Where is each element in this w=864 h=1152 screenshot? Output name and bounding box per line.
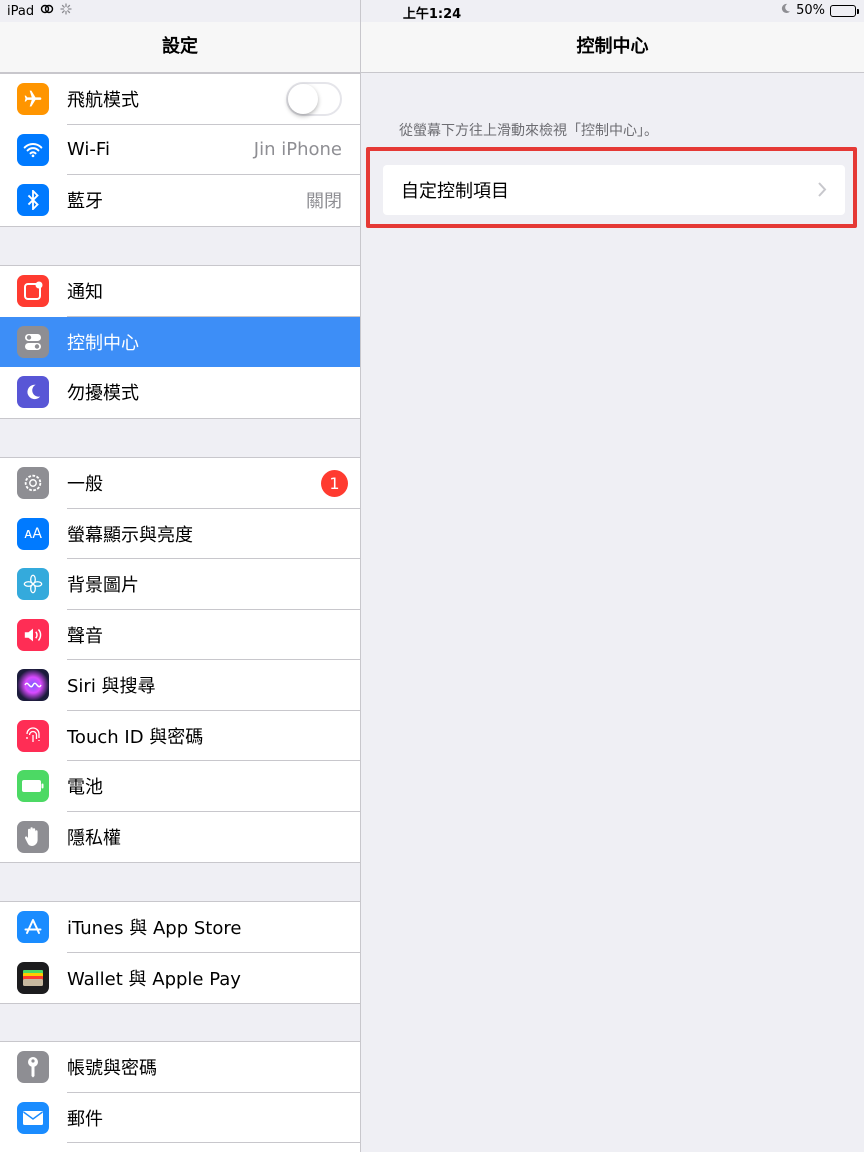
sidebar-item-label: 螢幕顯示與亮度 [67,524,193,546]
row-separator [67,1142,360,1143]
toggle-knob [288,84,318,115]
display-icon: ᴀA [17,517,49,550]
moon-icon [17,376,49,409]
sidebar-item-label: 勿擾模式 [67,383,139,405]
sidebar-item-label: Wi-Fi [67,139,110,161]
sidebar-item-siri-search[interactable]: Siri 與搜尋 [0,660,360,711]
wifi-icon [17,133,49,166]
sidebar-item-label: 帳號與密碼 [67,1058,157,1080]
siri-icon [17,669,49,702]
sidebar-item-label: 背景圖片 [67,575,139,597]
sidebar-item-label: 通知 [67,282,103,304]
battery-icon [17,770,49,803]
sidebar-item-battery[interactable]: 電池 [0,761,360,812]
sidebar-item-label: 藍牙 [67,191,103,213]
sidebar-item-wallet-apple-pay[interactable]: Wallet 與 Apple Pay [0,953,360,1004]
sidebar-item-bluetooth[interactable]: 藍牙 關閉 [0,175,360,226]
sidebar-item-label: Wallet 與 Apple Pay [67,968,241,990]
sidebar-item-label: iTunes 與 App Store [67,918,242,940]
sidebar-item-do-not-disturb[interactable]: 勿擾模式 [0,367,360,418]
sidebar-item-itunes-app-store[interactable]: iTunes 與 App Store [0,902,360,953]
battery-status-icon [830,4,859,17]
sidebar-item-touch-id-passcode[interactable]: Touch ID 與密碼 [0,711,360,761]
app-store-icon [17,911,49,944]
sidebar-item-wifi[interactable]: Wi-Fi Jin iPhone [0,125,360,175]
status-time: 上午1:24 [402,7,462,22]
notifications-icon [17,275,49,308]
control-center-description: 從螢幕下方往上滑動來檢視「控制中心」。 [399,123,658,139]
sidebar-item-control-center[interactable]: 控制中心 [0,316,360,367]
customize-controls-row[interactable]: 自定控制項目 [383,165,845,215]
wifi-network-value: Jin iPhone [253,139,342,161]
battery-percentage: 50% [796,3,825,18]
sound-icon [17,618,49,651]
sidebar-item-notifications[interactable]: 通知 [0,266,360,317]
sidebar-item-label: Siri 與搜尋 [67,676,156,698]
sidebar-item-airplane-mode[interactable]: 飛航模式 [0,74,360,125]
sidebar-item-display-brightness[interactable]: ᴀA 螢幕顯示與亮度 [0,509,360,559]
sidebar-item-privacy[interactable]: 隱私權 [0,812,360,863]
sidebar-item-label: Touch ID 與密碼 [67,726,204,748]
sidebar-group-connectivity: 飛航模式 Wi-Fi Jin iPhone 藍牙 關閉 [0,73,360,227]
control-center-detail-pane: 控制中心 從螢幕下方往上滑動來檢視「控制中心」。 自定控制項目 [361,0,864,1152]
bluetooth-status-value: 關閉 [306,191,342,213]
sidebar-item-label: 隱私權 [67,827,121,849]
status-bar: iPad 上午1:24 50% [0,0,864,22]
sidebar-item-label: 一般 [67,474,103,496]
control-center-icon [17,325,49,358]
wallet-icon [17,961,49,994]
sidebar-item-label: 控制中心 [67,332,139,354]
status-bar-right: 50% [780,3,859,18]
fingerprint-icon [17,719,49,752]
sidebar-item-label: 聲音 [67,625,103,647]
airplane-mode-toggle[interactable] [286,82,342,117]
sidebar-group-notifications: 通知 控制中心 勿擾模式 [0,265,360,419]
sidebar-item-label: 郵件 [67,1108,103,1130]
wallpaper-icon [17,568,49,601]
sidebar-title: 設定 [0,22,360,73]
sidebar-item-label: 電池 [67,777,103,799]
sidebar-item-sounds[interactable]: 聲音 [0,610,360,660]
detail-title: 控制中心 [361,22,864,73]
sidebar-item-label: 飛航模式 [67,90,139,112]
sidebar-item-mail[interactable]: 郵件 [0,1093,360,1143]
settings-sidebar: 設定 飛航模式 Wi-Fi Jin iPhone 藍牙 關閉 通知 控制中心 勿… [0,0,360,1152]
key-icon [17,1051,49,1084]
sidebar-group-general: 一般 1 ᴀA 螢幕顯示與亮度 背景圖片 聲音 Siri 與搜尋 Touch I… [0,457,360,863]
sidebar-item-general[interactable]: 一般 1 [0,458,360,509]
hand-icon [17,820,49,853]
mail-icon [17,1101,49,1134]
gear-icon [17,467,49,500]
moon-status-icon [780,3,791,18]
sidebar-group-accounts: 帳號與密碼 郵件 [0,1041,360,1152]
sidebar-group-stores: iTunes 與 App Store Wallet 與 Apple Pay [0,901,360,1004]
update-badge: 1 [321,469,348,497]
customize-controls-label: 自定控制項目 [401,181,509,202]
airplane-icon [17,83,49,116]
sidebar-item-wallpaper[interactable]: 背景圖片 [0,559,360,610]
bluetooth-icon [17,184,49,217]
chevron-right-icon [818,178,827,202]
sidebar-item-accounts-passwords[interactable]: 帳號與密碼 [0,1042,360,1093]
